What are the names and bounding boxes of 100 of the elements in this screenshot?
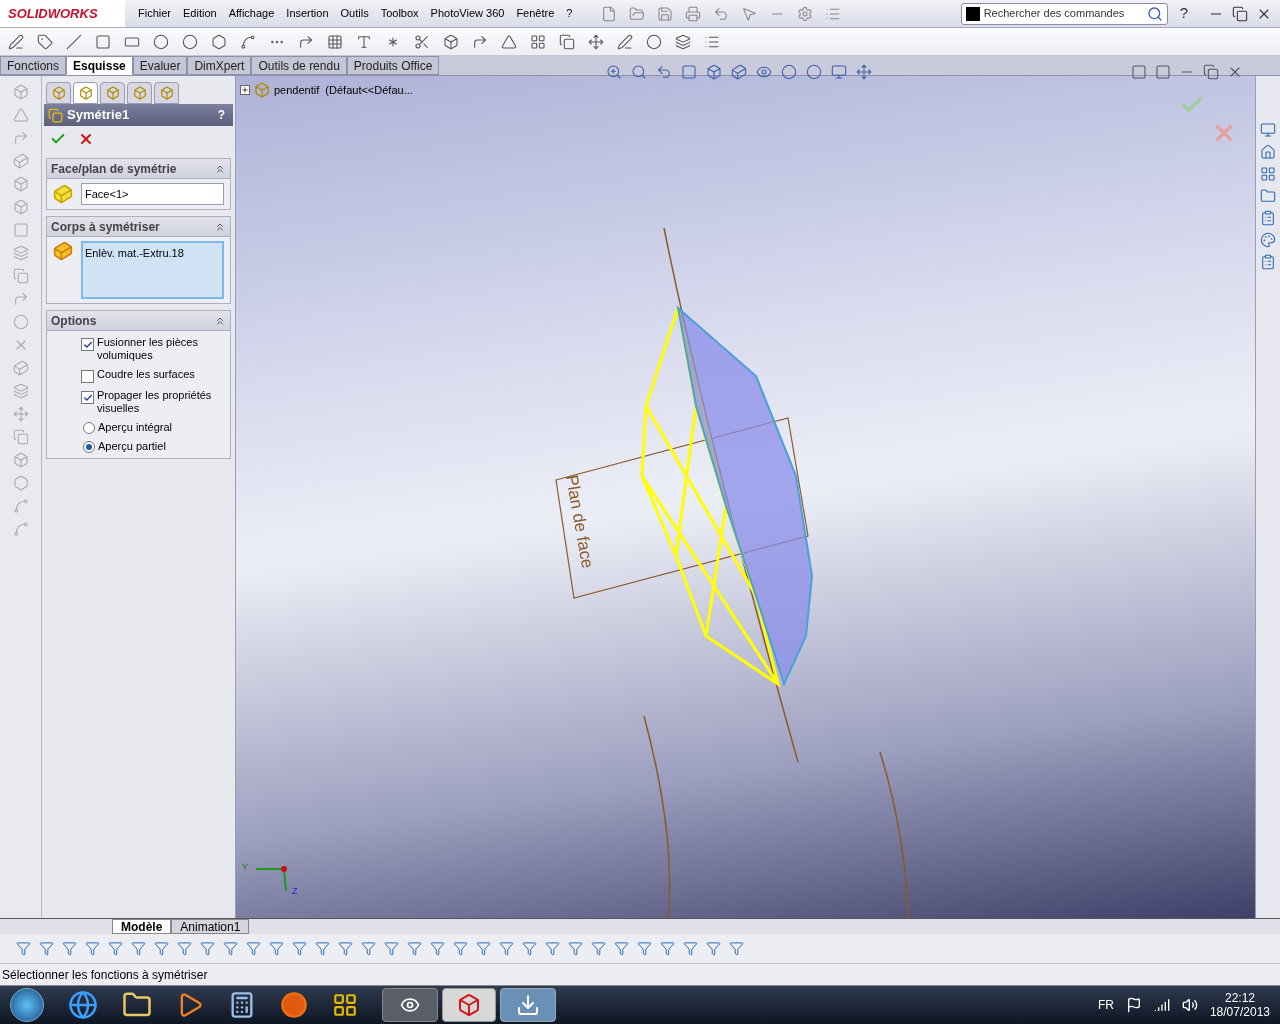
filter-icon[interactable] — [430, 941, 445, 956]
search-icon[interactable] — [1146, 5, 1163, 22]
filter-icon[interactable] — [568, 941, 583, 956]
rectangle-icon[interactable] — [95, 33, 111, 50]
filter-icon[interactable] — [591, 941, 606, 956]
filter-icon[interactable] — [269, 941, 284, 956]
clipboard-icon[interactable] — [1260, 254, 1276, 270]
palette-icon[interactable] — [1260, 232, 1276, 248]
radio-button[interactable] — [83, 441, 95, 453]
menu-item[interactable]: Insertion — [281, 5, 334, 22]
tag-icon[interactable] — [37, 33, 53, 50]
model-tab[interactable]: Modèle — [112, 919, 172, 934]
filter-icon[interactable] — [131, 941, 146, 956]
trim-icon[interactable] — [414, 33, 430, 50]
menu-item[interactable]: Affichage — [223, 5, 280, 22]
help-button[interactable]: ? — [217, 106, 229, 124]
menu-item[interactable]: Fenêtre — [511, 5, 560, 22]
app-button[interactable] — [500, 988, 556, 1022]
move-icon[interactable] — [588, 33, 604, 50]
filter-icon[interactable] — [384, 941, 399, 956]
panel-tab[interactable] — [127, 82, 152, 104]
menu-item[interactable]: Outils — [335, 5, 374, 22]
filter-icon[interactable] — [62, 941, 77, 956]
command-tab[interactable]: Esquisse — [66, 56, 133, 75]
filter-icon[interactable] — [706, 941, 721, 956]
menu-item[interactable]: PhotoView 360 — [425, 5, 510, 22]
filter-icon[interactable] — [683, 941, 698, 956]
restore-icon[interactable] — [1232, 5, 1248, 22]
monitor-icon[interactable] — [1260, 122, 1276, 138]
filter-icon[interactable] — [154, 941, 169, 956]
flag-icon[interactable] — [1125, 997, 1142, 1013]
filter-icon[interactable] — [39, 941, 54, 956]
command-tab[interactable]: Fonctions — [0, 56, 67, 75]
filter-icon[interactable] — [729, 941, 744, 956]
sphere-icon[interactable] — [781, 64, 797, 80]
previous-view-icon[interactable] — [656, 64, 672, 80]
cube-icon[interactable] — [443, 33, 459, 50]
model-tab[interactable]: Animation1 — [171, 919, 250, 934]
checklist-icon[interactable] — [1260, 210, 1276, 226]
layers-icon[interactable] — [675, 33, 691, 50]
menu-item[interactable]: Fichier — [133, 5, 176, 22]
filter-icon[interactable] — [246, 941, 261, 956]
zoom-area-icon[interactable] — [631, 64, 647, 80]
panel-tab[interactable] — [100, 82, 125, 104]
signal-icon[interactable] — [1153, 997, 1170, 1013]
pencil-icon[interactable] — [8, 33, 24, 50]
circle-icon[interactable] — [153, 33, 169, 50]
search-field[interactable]: Rechercher des commandes — [983, 5, 1143, 22]
app-button[interactable] — [442, 988, 496, 1022]
filter-icon[interactable] — [200, 941, 215, 956]
filter-icon[interactable] — [361, 941, 376, 956]
checkbox[interactable] — [81, 391, 94, 404]
pen-icon[interactable] — [617, 33, 633, 50]
pointer-icon[interactable] — [741, 5, 758, 22]
zoom-icon[interactable] — [606, 64, 622, 80]
save-icon[interactable] — [657, 5, 674, 22]
new-file-icon[interactable] — [601, 5, 618, 22]
curve-icon[interactable] — [12, 498, 29, 514]
expand-icon[interactable] — [240, 85, 250, 96]
tile-icon[interactable] — [1131, 64, 1147, 80]
menu-item[interactable]: Toolbox — [375, 5, 424, 22]
panel-tab[interactable] — [73, 82, 98, 104]
tile-icon[interactable] — [1155, 64, 1171, 80]
feature-tree-root[interactable]: pendentif (Défaut<<Défau... — [274, 82, 413, 99]
face-field[interactable]: Face<1> — [81, 183, 224, 205]
filter-icon[interactable] — [85, 941, 100, 956]
filter-icon[interactable] — [407, 941, 422, 956]
speaker-icon[interactable] — [1181, 997, 1198, 1013]
filter-icon[interactable] — [614, 941, 629, 956]
menu-item[interactable]: Edition — [178, 5, 222, 22]
print-icon[interactable] — [685, 5, 702, 22]
menu-item[interactable]: ? — [561, 5, 578, 22]
panel-tab[interactable] — [154, 82, 179, 104]
filter-icon[interactable] — [177, 941, 192, 956]
pattern-icon[interactable] — [530, 33, 546, 50]
search-box[interactable]: Rechercher des commandes — [960, 2, 1168, 25]
filter-icon[interactable] — [108, 941, 123, 956]
filter-icon[interactable] — [223, 941, 238, 956]
filter-icon[interactable] — [499, 941, 514, 956]
open-folder-icon[interactable] — [629, 5, 646, 22]
body-list[interactable]: Enlèv. mat.-Extru.18 — [81, 241, 224, 299]
radio-button[interactable] — [83, 422, 95, 434]
filter-icon[interactable] — [476, 941, 491, 956]
filter-icon[interactable] — [338, 941, 353, 956]
command-tab[interactable]: Evaluer — [132, 56, 188, 75]
monitor-icon[interactable] — [831, 64, 847, 80]
polygon-icon[interactable] — [211, 33, 227, 50]
line-icon[interactable] — [66, 33, 82, 50]
text-icon[interactable] — [356, 33, 372, 50]
grid-icon[interactable] — [327, 33, 343, 50]
glasses-icon[interactable] — [756, 64, 772, 80]
filter-icon[interactable] — [315, 941, 330, 956]
start-button[interactable] — [10, 988, 44, 1022]
undo-icon[interactable] — [713, 5, 730, 22]
view-orientation-icon[interactable] — [706, 64, 722, 80]
command-tab[interactable]: Produits Office — [346, 56, 440, 75]
settings-icon[interactable] — [797, 5, 814, 22]
help-button[interactable]: ? — [1179, 2, 1188, 25]
filter-icon[interactable] — [637, 941, 652, 956]
filter-icon[interactable] — [453, 941, 468, 956]
